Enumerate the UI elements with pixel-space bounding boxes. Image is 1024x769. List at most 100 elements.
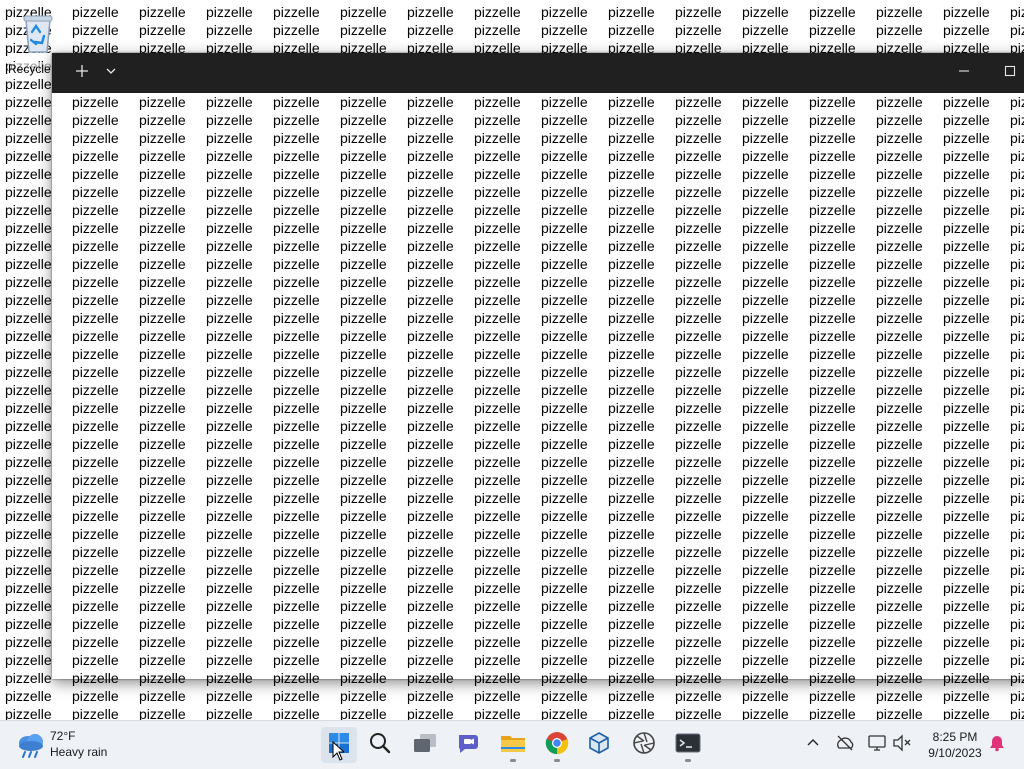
repeated-word: pizzelle	[474, 202, 521, 218]
repeated-word: pizzelle	[742, 562, 789, 578]
repeated-word: pizzelle	[675, 94, 722, 110]
repeated-word: pizzelle	[139, 418, 186, 434]
repeated-word: pizzelle	[809, 688, 856, 704]
chat-button[interactable]	[451, 727, 487, 763]
repeated-word: pizzelle	[943, 184, 990, 200]
repeated-word: pizzelle	[273, 436, 320, 452]
repeated-word: pizzelle	[5, 436, 52, 452]
repeated-word: pizzelle	[5, 364, 52, 380]
repeated-word: pizzelle	[139, 166, 186, 182]
repeated-word: pizzelle	[340, 544, 387, 560]
repeated-word: pizzelle	[72, 508, 119, 524]
terminal-button[interactable]	[670, 727, 706, 763]
repeated-word: pizzelle	[206, 184, 253, 200]
repeated-word: pizzelle	[5, 562, 52, 578]
repeated-word: pizzelle	[474, 670, 521, 679]
repeated-word: pizzelle	[876, 400, 923, 416]
system-clock[interactable]: 8:25 PM 9/10/2023	[918, 729, 992, 761]
repeated-word: pizzelle	[943, 490, 990, 506]
repeated-word: pizzelle	[541, 472, 588, 488]
repeated-word: pizzelle	[809, 274, 856, 290]
repeated-word: pizzelle	[407, 526, 454, 542]
repeated-word: pizzelle	[541, 94, 588, 110]
repeated-word: pizzelle	[1010, 256, 1024, 272]
repeated-word: pizzelle	[675, 526, 722, 542]
repeated-word: pizzelle	[809, 526, 856, 542]
maximize-button[interactable]	[998, 61, 1022, 85]
repeated-word: pizzelle	[608, 346, 655, 362]
repeated-word: pizzelle	[675, 490, 722, 506]
repeated-word: pizzelle	[474, 652, 521, 668]
search-button[interactable]	[362, 727, 398, 763]
repeated-word: pizzelle	[5, 112, 52, 128]
task-view-button[interactable]	[407, 727, 443, 763]
recycle-bin-shortcut[interactable]: Recycle Bin	[2, 4, 72, 76]
chrome-icon	[545, 731, 569, 760]
repeated-word: pizzelle	[206, 166, 253, 182]
repeated-word: pizzelle	[742, 292, 789, 308]
repeated-word: pizzelle	[474, 256, 521, 272]
repeated-word: pizzelle	[541, 634, 588, 650]
repeated-word: pizzelle	[876, 256, 923, 272]
repeated-word: pizzelle	[1010, 670, 1024, 679]
repeated-word: pizzelle	[340, 310, 387, 326]
weather-widget[interactable]: 72°F Heavy rain	[14, 727, 134, 763]
repeated-word: pizzelle	[742, 706, 789, 720]
repeated-word: pizzelle	[541, 490, 588, 506]
window-content[interactable]: pizzelle pizzelle pizzelle pizzelle pizzelle…	[52, 93, 1024, 679]
repeated-word: pizzelle	[876, 274, 923, 290]
repeated-word: pizzelle	[5, 310, 52, 326]
aperture-app-button[interactable]	[626, 727, 662, 763]
repeated-word: pizzelle	[206, 148, 253, 164]
repeated-word: pizzelle	[608, 436, 655, 452]
repeated-word: pizzelle	[541, 328, 588, 344]
new-tab-button[interactable]	[70, 61, 94, 85]
repeated-word: pizzelle	[675, 400, 722, 416]
repeated-word: pizzelle	[876, 4, 923, 20]
repeated-word: pizzelle	[675, 706, 722, 720]
repeated-word: pizzelle	[474, 526, 521, 542]
repeated-word: pizzelle	[608, 616, 655, 632]
repeated-word: pizzelle	[5, 490, 52, 506]
repeated-word: pizzelle	[541, 112, 588, 128]
repeated-word: pizzelle	[742, 130, 789, 146]
repeated-word: pizzelle	[206, 580, 253, 596]
repeated-word: pizzelle	[742, 598, 789, 614]
repeated-word: pizzelle	[273, 328, 320, 344]
repeated-word: pizzelle	[675, 436, 722, 452]
repeated-word: pizzelle	[943, 274, 990, 290]
repeated-word: pizzelle	[541, 526, 588, 542]
repeated-word: pizzelle	[809, 418, 856, 434]
repeated-word: pizzelle	[206, 364, 253, 380]
repeated-word: pizzelle	[72, 598, 119, 614]
chrome-button[interactable]	[539, 727, 575, 763]
tab-dropdown-button[interactable]	[99, 61, 123, 85]
repeated-word: pizzelle	[541, 670, 588, 679]
repeated-word: pizzelle	[474, 148, 521, 164]
repeated-word: pizzelle	[675, 508, 722, 524]
repeated-word: pizzelle	[876, 508, 923, 524]
repeated-word: pizzelle	[273, 202, 320, 218]
repeated-word: pizzelle	[809, 472, 856, 488]
minimize-button[interactable]	[952, 61, 976, 85]
repeated-word: pizzelle	[206, 274, 253, 290]
repeated-word: pizzelle	[273, 274, 320, 290]
task-view-icon	[412, 731, 438, 760]
show-hidden-icons-button[interactable]	[801, 733, 825, 757]
volume-button[interactable]	[890, 733, 914, 757]
repeated-word: pizzelle	[608, 328, 655, 344]
repeated-word: pizzelle	[608, 364, 655, 380]
virtualbox-button[interactable]	[581, 727, 617, 763]
notification-center-button[interactable]	[985, 733, 1009, 757]
repeated-word: pizzelle	[608, 256, 655, 272]
file-explorer-button[interactable]	[495, 727, 531, 763]
window-titlebar[interactable]	[52, 53, 1024, 93]
display-status-button[interactable]	[865, 733, 889, 757]
repeated-word: pizzelle	[407, 382, 454, 398]
repeated-word: pizzelle	[809, 400, 856, 416]
repeated-word: pizzelle	[5, 472, 52, 488]
repeated-word: pizzelle	[1010, 22, 1024, 38]
repeated-word: pizzelle	[72, 400, 119, 416]
repeated-word: pizzelle	[273, 526, 320, 542]
network-status-button[interactable]	[833, 733, 857, 757]
